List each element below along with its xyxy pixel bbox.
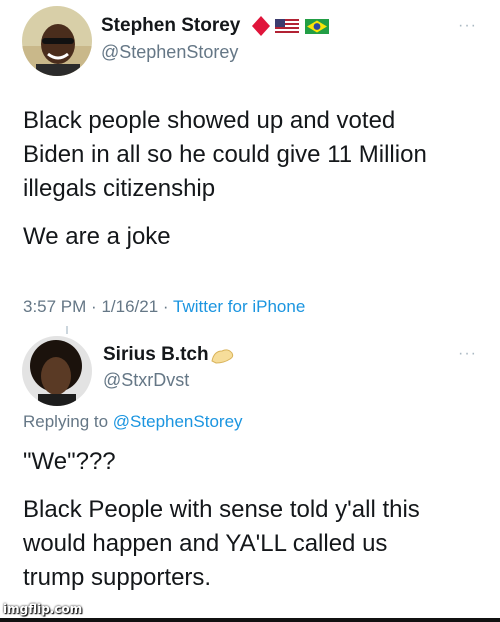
reply-avatar[interactable] — [22, 336, 92, 406]
replying-to-handle[interactable]: @StephenStorey — [113, 412, 243, 431]
reply-profile-photo — [22, 336, 92, 406]
reply-text-line: "We"??? — [23, 448, 116, 475]
tweet-source-link[interactable]: Twitter for iPhone — [173, 297, 305, 316]
tweet-meta: 3:57 PM · 1/16/21 · Twitter for iPhone — [23, 297, 305, 317]
reply-more-options-icon[interactable]: ··· — [458, 345, 477, 363]
profile-photo — [22, 6, 92, 76]
username[interactable]: @StephenStorey — [101, 42, 238, 63]
tweet-text-line: We are a joke — [23, 223, 171, 250]
tweet-date[interactable]: 1/16/21 — [101, 297, 158, 316]
more-options-icon[interactable]: ··· — [458, 17, 477, 35]
meta-separator: · — [162, 297, 169, 316]
meta-separator: · — [91, 297, 97, 316]
tweet-text-line: Biden in all so he could give 11 Million — [23, 141, 427, 168]
thread-line — [66, 326, 68, 334]
reply-username[interactable]: @StxrDvst — [103, 370, 189, 391]
tweet-text-line: illegals citizenship — [23, 175, 216, 202]
us-flag-icon — [275, 19, 299, 34]
avatar[interactable] — [22, 6, 92, 76]
flexed-arm-icon — [210, 345, 236, 365]
replying-to: Replying to @StephenStorey — [23, 412, 243, 432]
replying-to-label: Replying to — [23, 412, 109, 431]
red-diamond-icon — [252, 16, 270, 36]
reply-display-name[interactable]: Sirius B.tch — [103, 344, 209, 366]
reply-text-line: Black People with sense told y'all this — [23, 496, 420, 523]
tweet-text-line: Black people showed up and voted — [23, 107, 396, 134]
watermark: imgflip.com — [3, 602, 83, 616]
display-name[interactable]: Stephen Storey — [101, 15, 240, 37]
tweet-time[interactable]: 3:57 PM — [23, 297, 86, 316]
reply-text-line: trump supporters. — [23, 564, 212, 591]
tweet-text: Black people showed up and voted Biden i… — [23, 104, 493, 254]
reply-text-line: would happen and YA'LL called us — [23, 530, 388, 557]
bottom-bar — [0, 618, 500, 622]
brazil-flag-icon — [305, 19, 329, 34]
reply-text: "We"??? Black People with sense told y'a… — [23, 445, 493, 595]
